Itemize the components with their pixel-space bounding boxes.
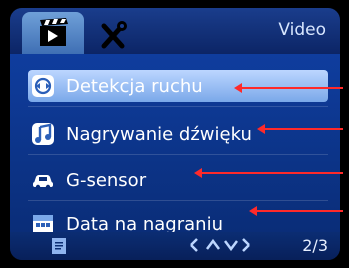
bottom-bar: 2/3 [10, 232, 340, 260]
divider [28, 106, 328, 107]
divider [28, 154, 328, 155]
menu-item-g-sensor[interactable]: G-sensor [28, 164, 328, 196]
annotation-arrow [194, 168, 343, 178]
menu-item-motion-detection[interactable]: Detekcja ruchu [28, 70, 328, 102]
menu-item-label: Nagrywanie dźwięku [66, 123, 252, 145]
tab-settings[interactable] [94, 18, 134, 50]
tools-icon [101, 21, 127, 49]
settings-menu-list: Detekcja ruchu Nagrywanie dźwięku G-sens… [10, 54, 340, 235]
document-icon [50, 236, 68, 256]
annotation-arrow [234, 83, 343, 93]
annotation-arrow [257, 124, 343, 134]
menu-item-label: Detekcja ruchu [66, 75, 203, 97]
car-icon [28, 165, 58, 195]
motion-detection-icon [28, 71, 58, 101]
tab-video[interactable] [22, 12, 84, 54]
top-bar: Video [10, 8, 340, 54]
camera-menu-screen: Video Detekcja ruchu Nagrywanie dźwięku … [10, 8, 340, 260]
page-indicator: 2/3 [302, 236, 328, 255]
menu-item-label: G-sensor [66, 169, 147, 191]
menu-item-audio-recording[interactable]: Nagrywanie dźwięku [28, 118, 328, 150]
clapperboard-icon [40, 18, 68, 46]
music-note-icon [28, 119, 58, 149]
annotation-arrow [249, 206, 343, 216]
page-title: Video [278, 20, 326, 40]
navigation-arrows-icon [185, 235, 255, 255]
divider [28, 200, 328, 201]
